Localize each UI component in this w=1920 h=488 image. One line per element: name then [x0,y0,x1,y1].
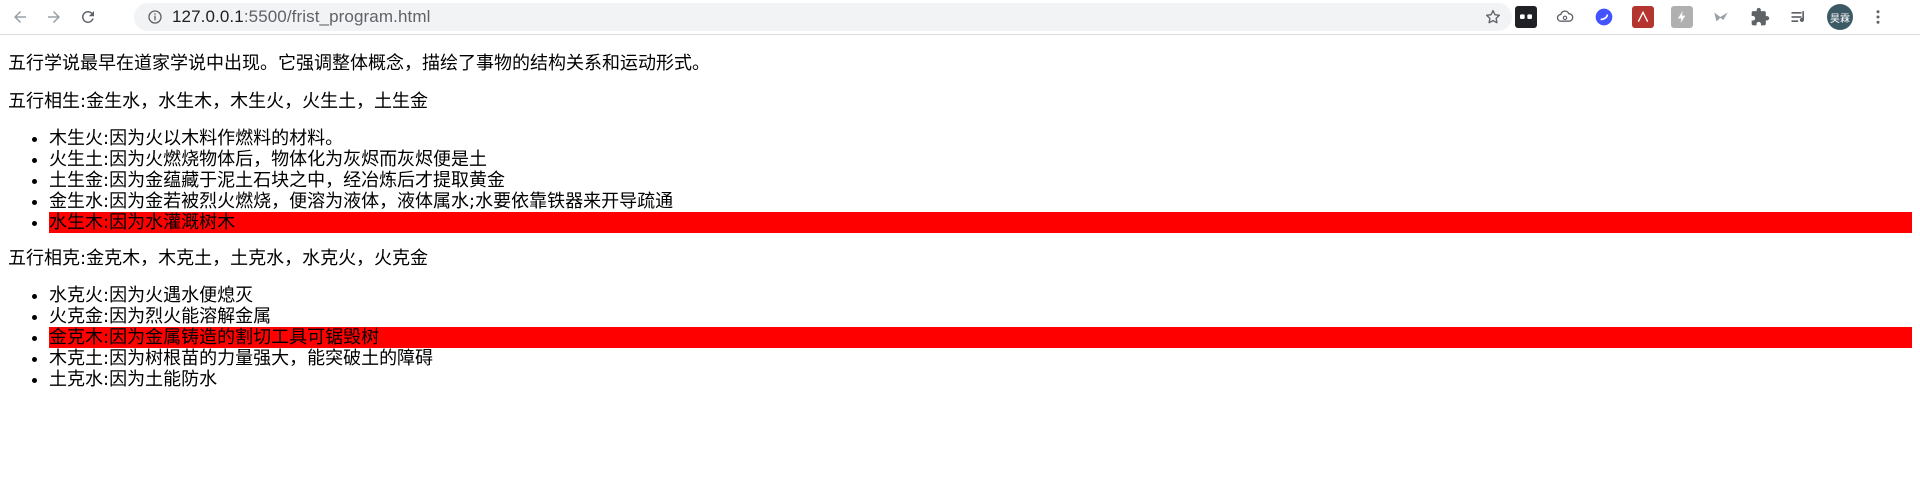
page-content: 五行学说最早在道家学说中出现。它强调整体概念，描绘了事物的结构关系和运动形式。 … [0,35,1920,390]
bird-icon [1714,12,1728,22]
extensions-button[interactable] [1749,6,1771,28]
list-item: 水克火:因为火遇水便熄灭 [49,285,1912,306]
bookmark-star-icon[interactable] [1484,8,1502,26]
highlighted-list-item: 水生木:因为水灌溉树木 [49,212,1912,233]
glasses-icon [1520,14,1532,19]
extension-icon-5[interactable] [1671,6,1693,28]
list-item: 火生土:因为火燃烧物体后，物体化为灰烬而灰烬便是土 [49,149,1912,170]
sheng-title: 五行相生:金生水，水生木，木生火，火生土，土生金 [8,91,429,112]
url-host: 127.0.0.1 [172,7,244,26]
ke-title: 五行相克:金克木，木克土，土克水，水克火，火克金 [8,248,429,269]
list-item: 土克水:因为土能防水 [49,369,1912,390]
reload-icon [81,10,94,23]
list-item: 木克土:因为树根苗的力量强大，能突破土的障碍 [49,348,1912,369]
extension-icon-4[interactable] [1632,6,1654,28]
url-text[interactable]: 127.0.0.1:5500/frist_program.html [172,7,430,27]
extension-icon-3[interactable] [1593,6,1615,28]
browser-toolbar: 127.0.0.1:5500/frist_program.html 昊霖 [0,0,1920,35]
extension-icon-1[interactable] [1515,6,1537,28]
sheng-list: 木生火:因为火以木料作燃料的材料。 火生土:因为火燃烧物体后，物体化为灰烬而灰烬… [8,128,1912,233]
lightning-icon [1678,11,1686,23]
more-vert-icon [1876,10,1880,24]
highlighted-list-item: 金克木:因为金属铸造的割切工具可锯毁树 [49,327,1912,348]
profile-avatar[interactable]: 昊霖 [1827,4,1853,30]
arrow-right-icon [48,11,60,23]
ke-list: 水克火:因为火遇水便熄灭 火克金:因为烈火能溶解金属 金克木:因为金属铸造的割切… [8,285,1912,390]
arrow-left-icon [14,11,26,23]
reading-list-icon [1791,11,1804,22]
intro-paragraph: 五行学说最早在道家学说中出现。它强调整体概念，描绘了事物的结构关系和运动形式。 [8,53,710,74]
url-path: :5500/frist_program.html [243,7,431,26]
reading-list-button[interactable] [1788,6,1810,28]
extensions-area: 昊霖 [1515,3,1887,31]
list-item: 土生金:因为金蕴藏于泥土石块之中，经冶炼后才提取黄金 [49,170,1912,191]
forward-button[interactable] [40,3,68,31]
back-button[interactable] [6,3,34,31]
reload-button[interactable] [74,3,102,31]
extension-icon-2[interactable] [1554,6,1576,28]
list-item: 火克金:因为烈火能溶解金属 [49,306,1912,327]
browser-menu-button[interactable] [1869,8,1887,26]
cloud-link-icon [1556,10,1574,22]
pdf-icon [1637,10,1649,22]
address-bar[interactable]: 127.0.0.1:5500/frist_program.html [134,3,1512,31]
extension-icon-6[interactable] [1710,6,1732,28]
list-item: 木生火:因为火以木料作燃料的材料。 [49,128,1912,149]
puzzle-icon [1751,7,1770,26]
info-icon[interactable] [147,9,163,25]
swirl-icon [1595,8,1613,26]
list-item: 金生水:因为金若被烈火燃烧，便溶为液体，液体属水;水要依靠铁器来开导疏通 [49,191,1912,212]
